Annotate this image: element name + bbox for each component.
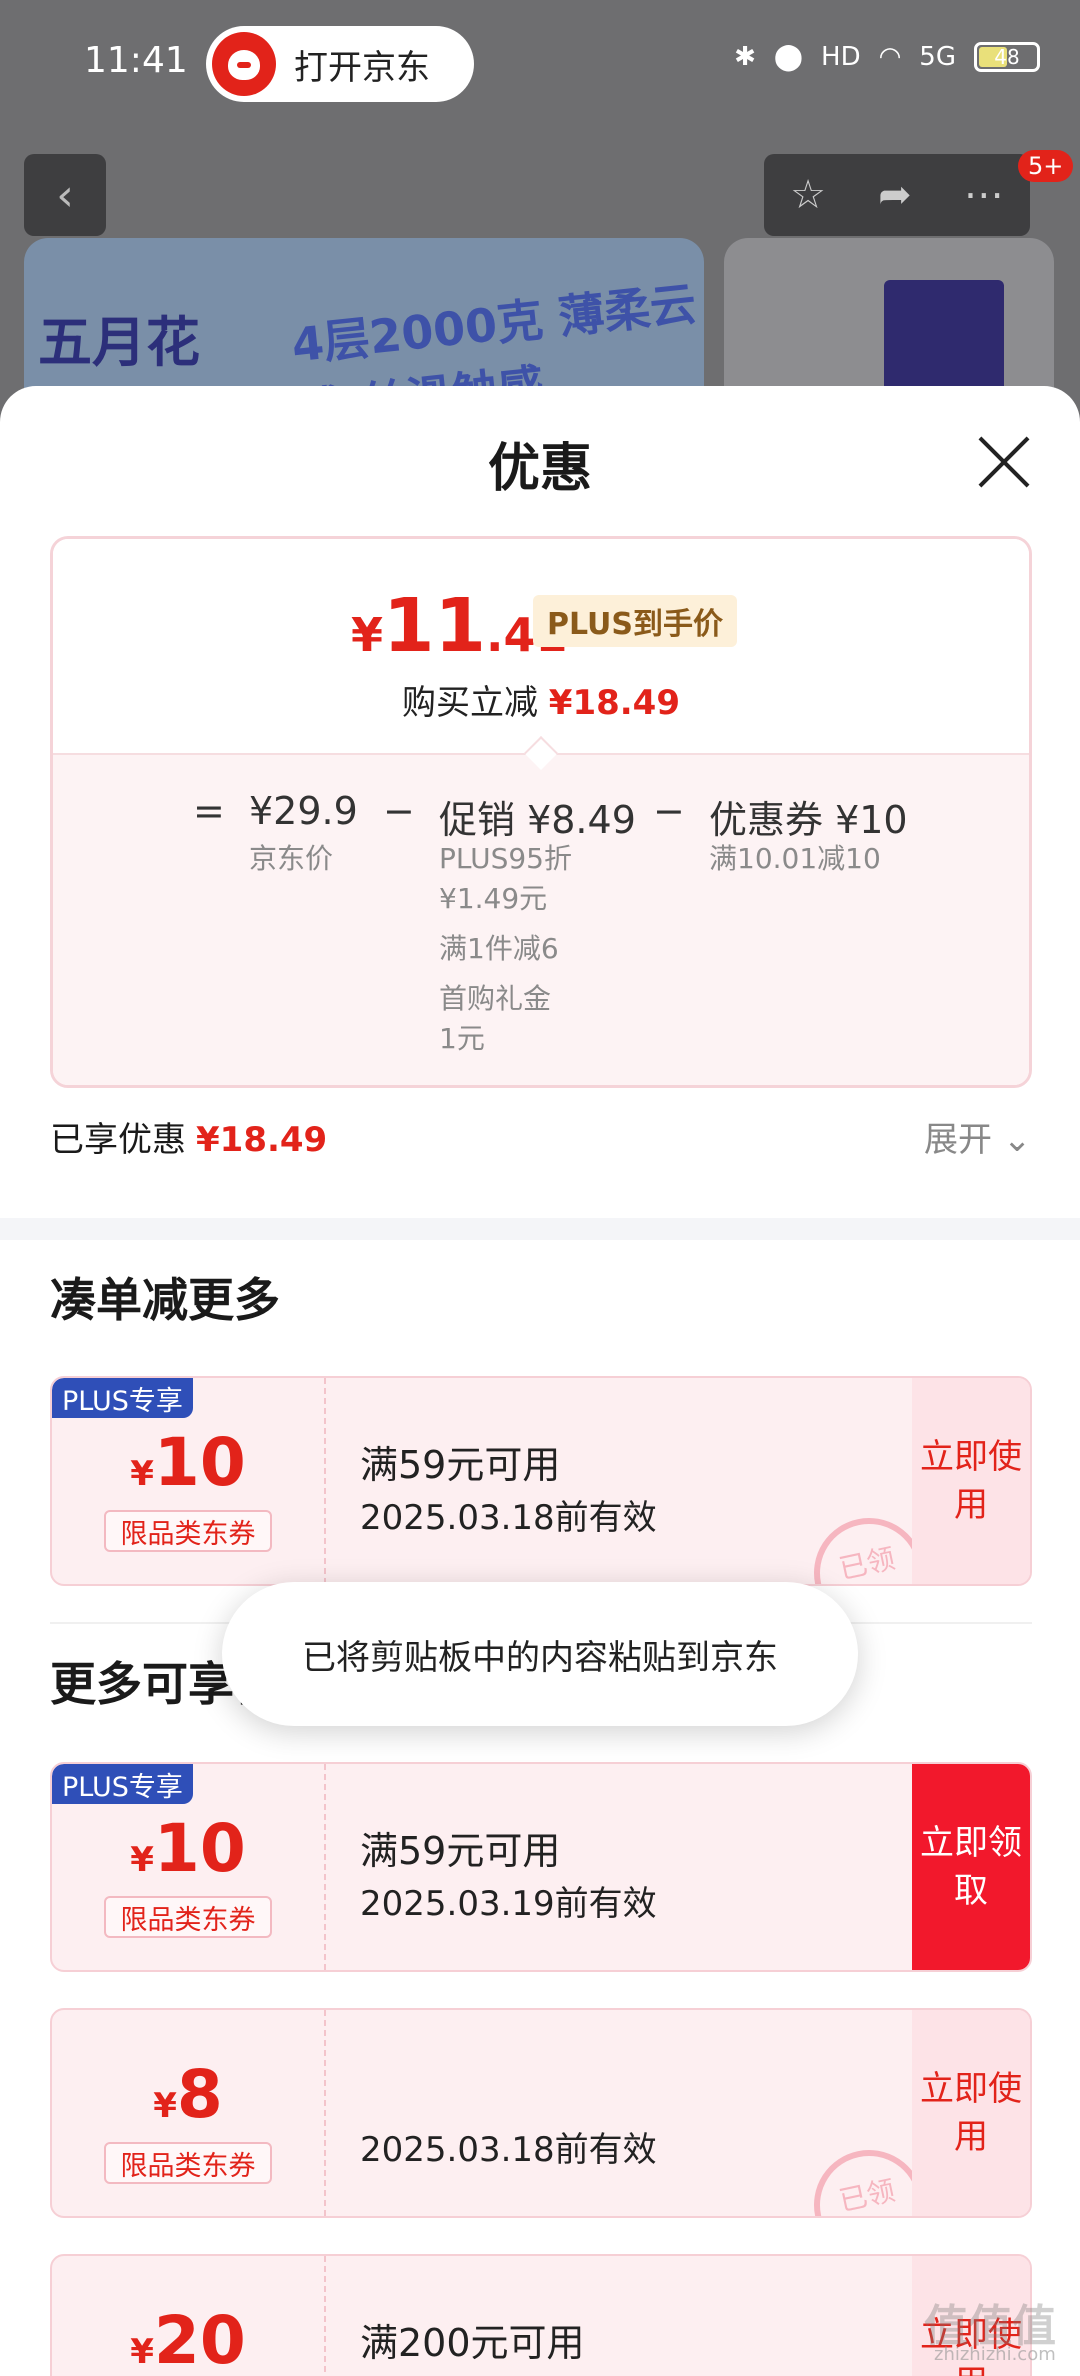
coupon-type: 限品类东券 [104, 1896, 272, 1938]
expand-button[interactable]: 展开 ⌄ [924, 1112, 1031, 1161]
promo-detail: 首购礼金 [439, 982, 552, 1015]
sheet-title: 优惠 [487, 439, 592, 499]
coupon-expiry: 2025.03.18前有效 [360, 1498, 657, 1538]
expand-label: 展开 [924, 1120, 992, 1160]
final-price-integer: 11 [383, 583, 486, 669]
coupon-condition: 满59元可用 [360, 1443, 561, 1487]
coupon-value: ¥20 [52, 2302, 324, 2376]
plus-exclusive-label: PLUS专享 [52, 1764, 193, 1804]
jd-price-label: 京东价 [249, 842, 334, 875]
system-icons: ✱ ⬤ HD ◠ 5G 48 [734, 42, 1040, 72]
coupon-card: ¥20 满200元可用 立即使用 [50, 2254, 1032, 2376]
coupon-currency: ¥ [130, 2332, 154, 2372]
coupon-card: PLUS专享 ¥10 限品类东券 满59元可用 2025.03.18前有效 已领… [50, 1376, 1032, 1586]
plus-price-tag: PLUS到手价 [533, 595, 738, 647]
chevron-down-icon: ⌄ [1002, 1120, 1032, 1160]
coupon-perforation [324, 2256, 326, 2376]
nav-actions: ☆ ➦ ⋯ [764, 154, 1030, 236]
open-jd-app-button[interactable]: 打开京东 [206, 26, 474, 102]
hd-icon: HD [821, 42, 861, 72]
enjoyed-label: 已享优惠 [50, 1120, 186, 1160]
promo-detail: 1元 [439, 1022, 485, 1055]
favorite-star-icon[interactable]: ☆ [790, 172, 826, 218]
coupon-card: PLUS专享 ¥10 限品类东券 满59元可用 2025.03.19前有效 立即… [50, 1762, 1032, 1972]
coupon-currency: ¥ [130, 1840, 154, 1880]
instant-discount-amount: ¥18.49 [548, 683, 680, 723]
enjoyed-amount: ¥18.49 [196, 1120, 328, 1160]
coupon-value: ¥8 [52, 2056, 324, 2133]
watermark-url: zhizhizhi.com [934, 2344, 1056, 2365]
clipboard-toast: 已将剪贴板中的内容粘贴到京东 [222, 1582, 858, 1726]
coupon-amount: 优惠券 ¥10 [709, 798, 908, 842]
promo-detail: PLUS95折 [439, 842, 572, 875]
coupon-expiry: 2025.03.19前有效 [360, 1884, 657, 1924]
coupon-value: ¥10 [52, 1810, 324, 1887]
instant-discount: 购买立减 ¥18.49 [53, 675, 1029, 724]
promo-amount: 促销 ¥8.49 [439, 798, 636, 842]
coupon-detail: 满10.01减10 [709, 842, 881, 875]
battery-level: 48 [994, 45, 1020, 69]
battery-icon: 48 [974, 42, 1040, 72]
equals-sign: = [193, 789, 225, 833]
share-icon[interactable]: ➦ [878, 172, 912, 218]
bluetooth-icon: ✱ [734, 42, 756, 72]
wifi-icon: ◠ [878, 42, 902, 72]
coupon-type: 限品类东券 [104, 1510, 272, 1552]
coupon-currency: ¥ [153, 2086, 177, 2126]
price-breakdown-card: ¥ 11 .41 PLUS到手价 购买立减 ¥18.49 = ¥29.9 京东价… [50, 536, 1032, 1088]
use-now-button[interactable]: 立即使用 [912, 1378, 1030, 1584]
coupon-condition: 满200元可用 [360, 2321, 585, 2365]
jd-price: ¥29.9 [249, 789, 358, 833]
coupon-perforation [324, 1764, 326, 1970]
minus-sign-1: − [383, 789, 415, 833]
location-icon: ⬤ [773, 42, 804, 72]
coupon-amount: 10 [153, 1424, 246, 1501]
final-price-currency: ¥ [351, 608, 384, 662]
jd-logo-icon [212, 32, 276, 96]
coupon-currency: ¥ [130, 1454, 154, 1494]
close-icon[interactable] [976, 434, 1032, 490]
signal-label: 5G [919, 42, 956, 72]
coupon-perforation [324, 1378, 326, 1584]
banner-brand: 五月花 [38, 310, 200, 374]
coupon-card: ¥8 限品类东券 2025.03.18前有效 已领 立即使用 [50, 2008, 1032, 2218]
enjoyed-discount: 已享优惠 ¥18.49 [50, 1112, 327, 1161]
coupon-amount: 20 [153, 2302, 246, 2376]
section-title-bundle: 凑单减更多 [50, 1273, 280, 1327]
coupon-value: ¥10 [52, 1424, 324, 1501]
coupon-type: 限品类东券 [104, 2142, 272, 2184]
back-button[interactable]: ‹ [24, 154, 106, 236]
use-now-button[interactable]: 立即使用 [912, 2010, 1030, 2216]
instant-discount-label: 购买立减 [401, 683, 538, 723]
status-bar: 11:41 打开京东 ✱ ⬤ HD ◠ 5G 48 [0, 0, 1080, 130]
promo-detail: 满1件减6 [439, 932, 559, 965]
discount-sheet: 优惠 ¥ 11 .41 PLUS到手价 购买立减 ¥18.49 = ¥29.9 … [0, 386, 1080, 2376]
coupon-condition: 满59元可用 [360, 1829, 561, 1873]
coupon-expiry: 2025.03.18前有效 [360, 2130, 657, 2170]
coupon-amount: 8 [176, 2056, 223, 2133]
coupon-amount: 10 [153, 1810, 246, 1887]
coupon-perforation [324, 2010, 326, 2216]
back-arrow-icon: ‹ [56, 169, 74, 221]
section-divider [0, 1218, 1080, 1240]
more-icon[interactable]: ⋯ [964, 172, 1004, 218]
open-jd-label: 打开京东 [294, 47, 430, 88]
promo-detail: ¥1.49元 [439, 882, 548, 915]
plus-exclusive-label: PLUS专享 [52, 1378, 193, 1418]
claim-now-button[interactable]: 立即领取 [912, 1764, 1030, 1970]
message-badge: 5+ [1018, 150, 1074, 182]
minus-sign-2: − [653, 789, 685, 833]
status-time: 11:41 [84, 40, 188, 81]
